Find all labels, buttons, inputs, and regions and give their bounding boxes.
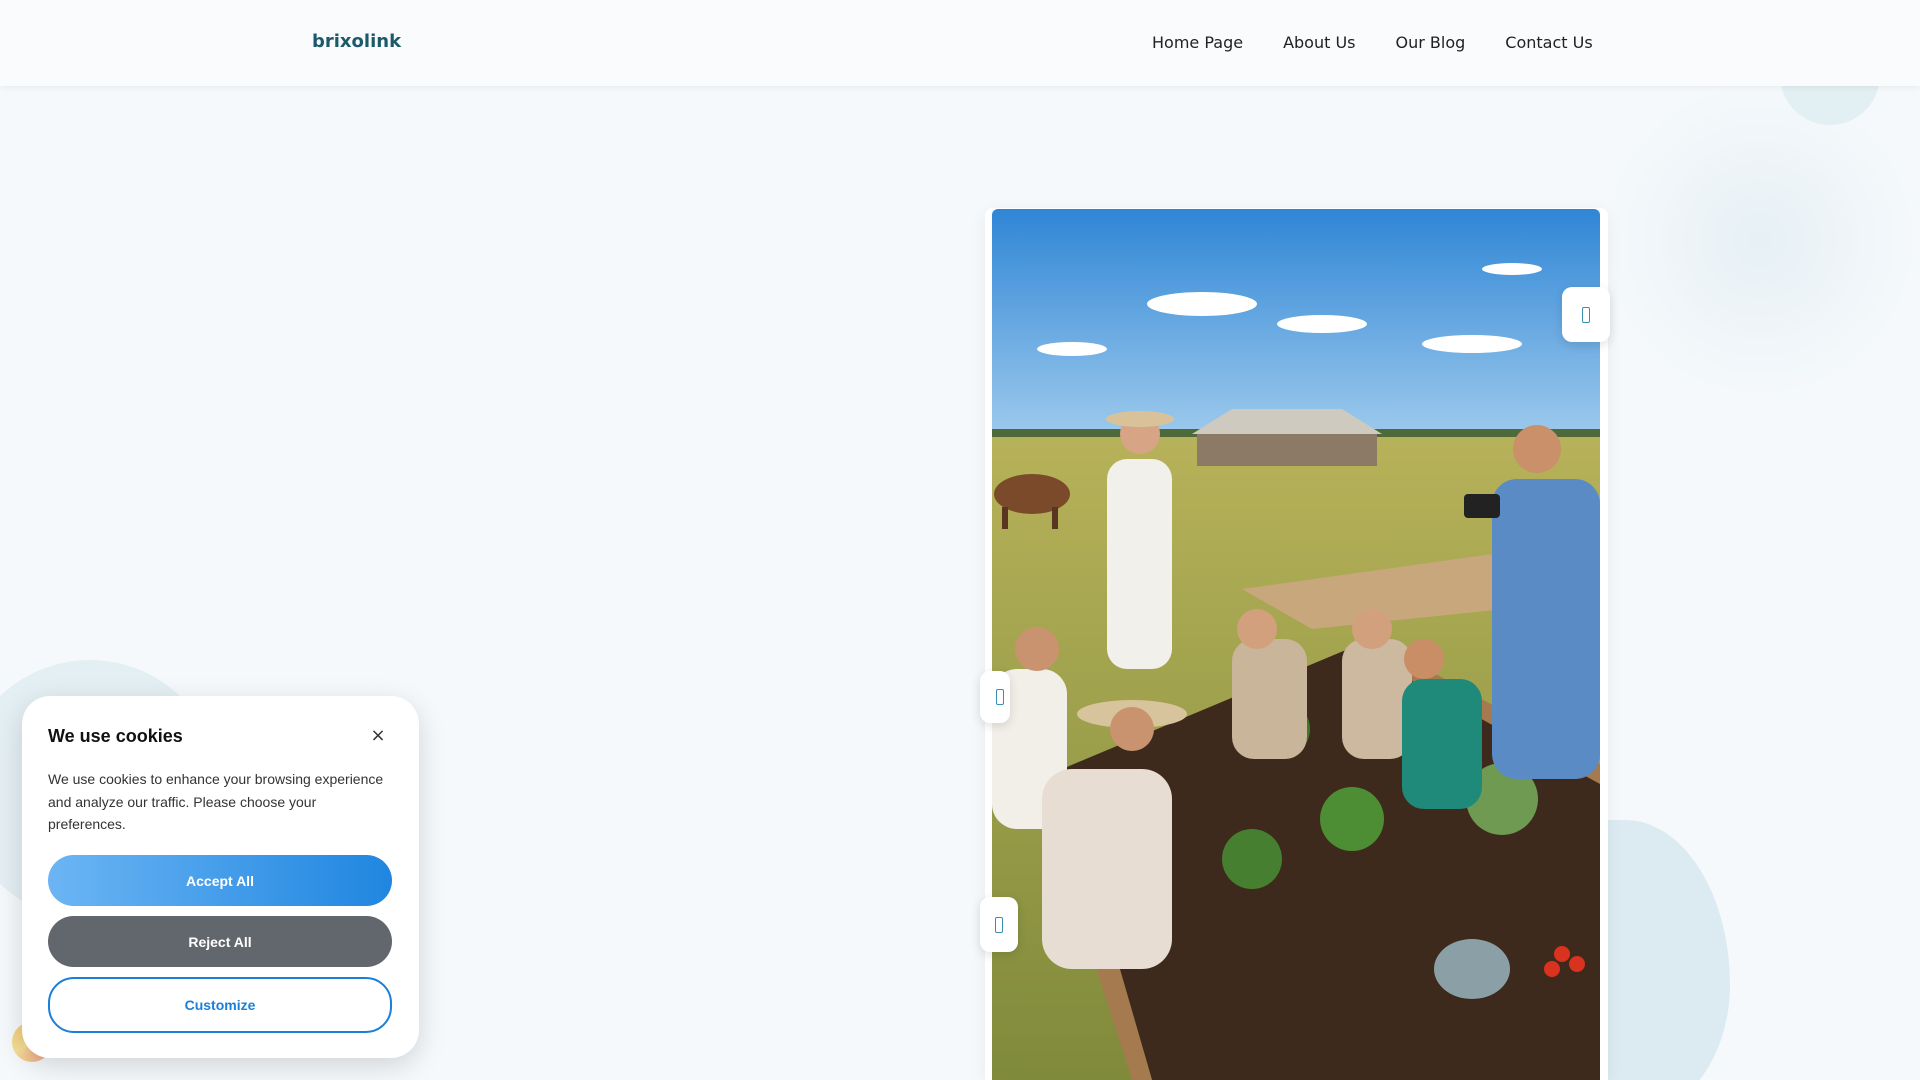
customize-button[interactable]: Customize — [48, 977, 392, 1033]
close-icon[interactable]: × — [366, 724, 390, 748]
accept-all-button[interactable]: Accept All — [48, 855, 392, 906]
card-icon — [995, 916, 1003, 933]
site-logo[interactable]: brixolink — [312, 31, 401, 52]
card-icon — [996, 689, 1004, 705]
decorative-glow — [1600, 80, 1920, 400]
nav-contact-us[interactable]: Contact Us — [1505, 33, 1592, 52]
main-nav: Home Page About Us Our Blog Contact Us — [1152, 33, 1633, 52]
hero-floating-card[interactable] — [1562, 287, 1610, 342]
card-icon — [1582, 306, 1590, 323]
hero-floating-card[interactable] — [980, 897, 1018, 952]
reject-all-button[interactable]: Reject All — [48, 916, 392, 967]
cookie-description: We use cookies to enhance your browsing … — [48, 771, 384, 832]
cookie-consent-dialog: We use cookies × We use cookies to enhan… — [22, 696, 419, 1058]
site-header: brixolink Home Page About Us Our Blog Co… — [0, 0, 1920, 86]
nav-home-page[interactable]: Home Page — [1152, 33, 1243, 52]
garden-scene-illustration — [992, 209, 1600, 1080]
hero-floating-card[interactable] — [980, 671, 1010, 723]
hero-image — [992, 209, 1600, 1080]
cookie-title: We use cookies — [48, 726, 183, 746]
nav-about-us[interactable]: About Us — [1283, 33, 1355, 52]
nav-our-blog[interactable]: Our Blog — [1396, 33, 1466, 52]
